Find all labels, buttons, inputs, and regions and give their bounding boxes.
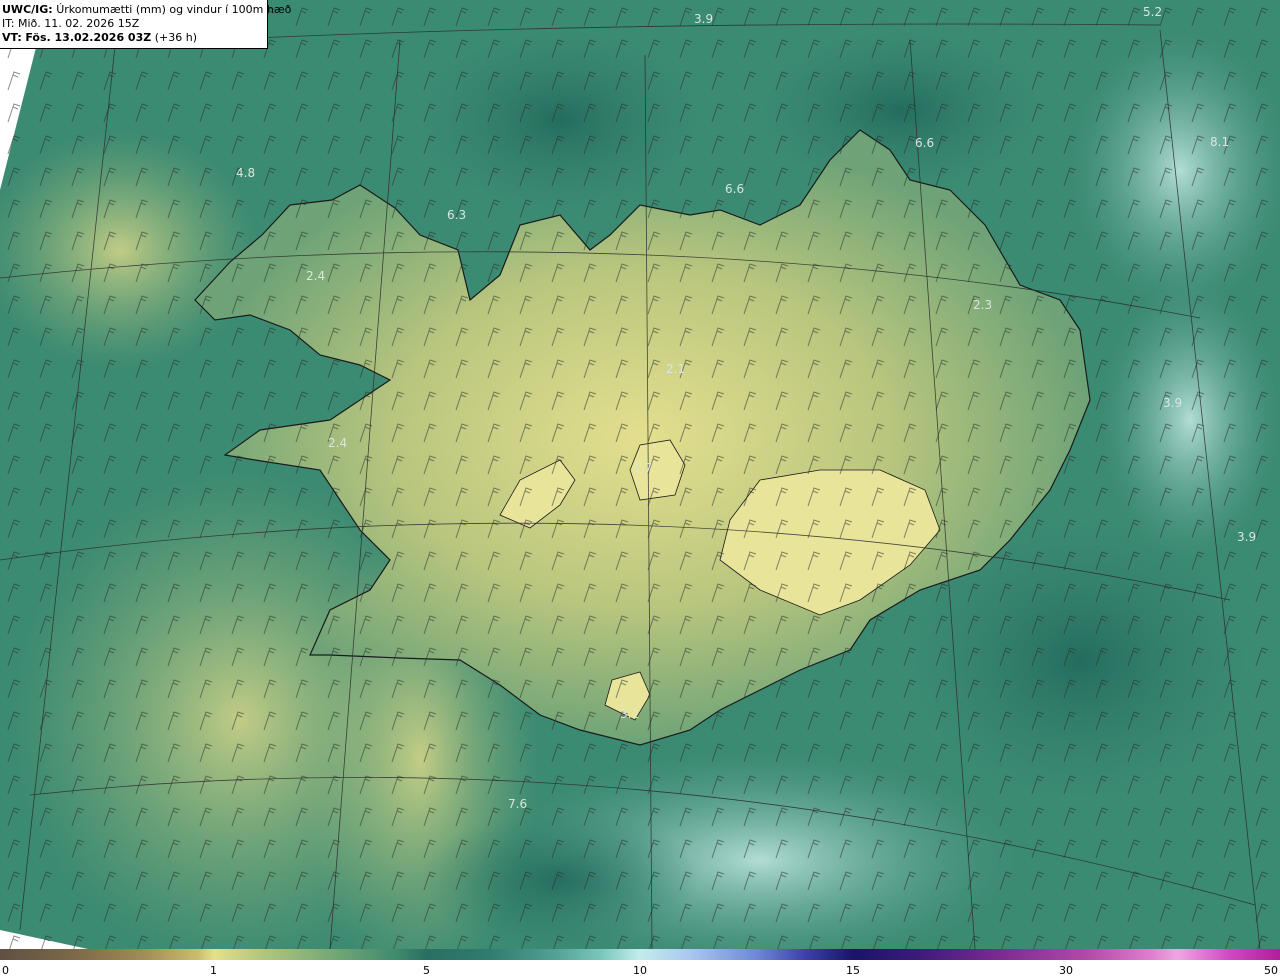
colorbar-labels: 0 1 5 10 15 30 50 bbox=[0, 962, 1280, 978]
colorbar-tick: 5 bbox=[423, 964, 430, 977]
colorbar-tick: 1 bbox=[210, 964, 217, 977]
value-label: 6.6 bbox=[915, 136, 934, 150]
value-label: 8.1 bbox=[1210, 135, 1229, 149]
value-label: 3.9 bbox=[1237, 530, 1256, 544]
init-time: IT: Mið. 11. 02. 2026 15Z bbox=[2, 17, 140, 30]
value-label: 3.9 bbox=[694, 12, 713, 26]
value-label: 5.2 bbox=[1143, 5, 1162, 19]
colorbar-tick: 30 bbox=[1059, 964, 1073, 977]
colorbar-tick: 50 bbox=[1264, 964, 1278, 977]
valid-time: Fös. 13.02.2026 03Z bbox=[25, 31, 152, 44]
value-label: 1.7 bbox=[633, 461, 652, 475]
valid-prefix: VT: bbox=[2, 31, 22, 44]
value-label: 4.8 bbox=[236, 166, 255, 180]
value-label: 2.4 bbox=[306, 269, 325, 283]
map-viewer: 3.9 5.2 4.8 6.3 6.6 6.6 8.1 2.4 2.3 2.1 … bbox=[0, 0, 1280, 978]
product-title-line: UWC/IG: Úrkomumætti (mm) og vindur í 100… bbox=[2, 3, 291, 17]
product-label: UWC/IG: bbox=[2, 3, 53, 16]
value-label: 6.3 bbox=[447, 208, 466, 222]
value-label: 7.6 bbox=[508, 797, 527, 811]
valid-time-line: VT: Fös. 13.02.2026 03Z (+36 h) bbox=[2, 31, 267, 45]
value-label: 3.1 bbox=[620, 707, 639, 721]
colorbar bbox=[0, 949, 1280, 960]
map-canvas: 3.9 5.2 4.8 6.3 6.6 6.6 8.1 2.4 2.3 2.1 … bbox=[0, 0, 1280, 949]
value-label: 6.6 bbox=[725, 182, 744, 196]
value-label: 2.1 bbox=[666, 362, 685, 376]
value-label: 2.4 bbox=[328, 436, 347, 450]
colorbar-tick: 10 bbox=[633, 964, 647, 977]
value-label: 2.3 bbox=[973, 298, 992, 312]
value-label: 3.9 bbox=[1163, 396, 1182, 410]
colorbar-tick: 0 bbox=[2, 964, 9, 977]
lead-time: (+36 h) bbox=[154, 31, 197, 44]
colorbar-tick: 15 bbox=[846, 964, 860, 977]
product-title: Úrkomumætti (mm) og vindur í 100m hæð bbox=[56, 3, 292, 16]
map-header: UWC/IG: Úrkomumætti (mm) og vindur í 100… bbox=[0, 0, 291, 49]
